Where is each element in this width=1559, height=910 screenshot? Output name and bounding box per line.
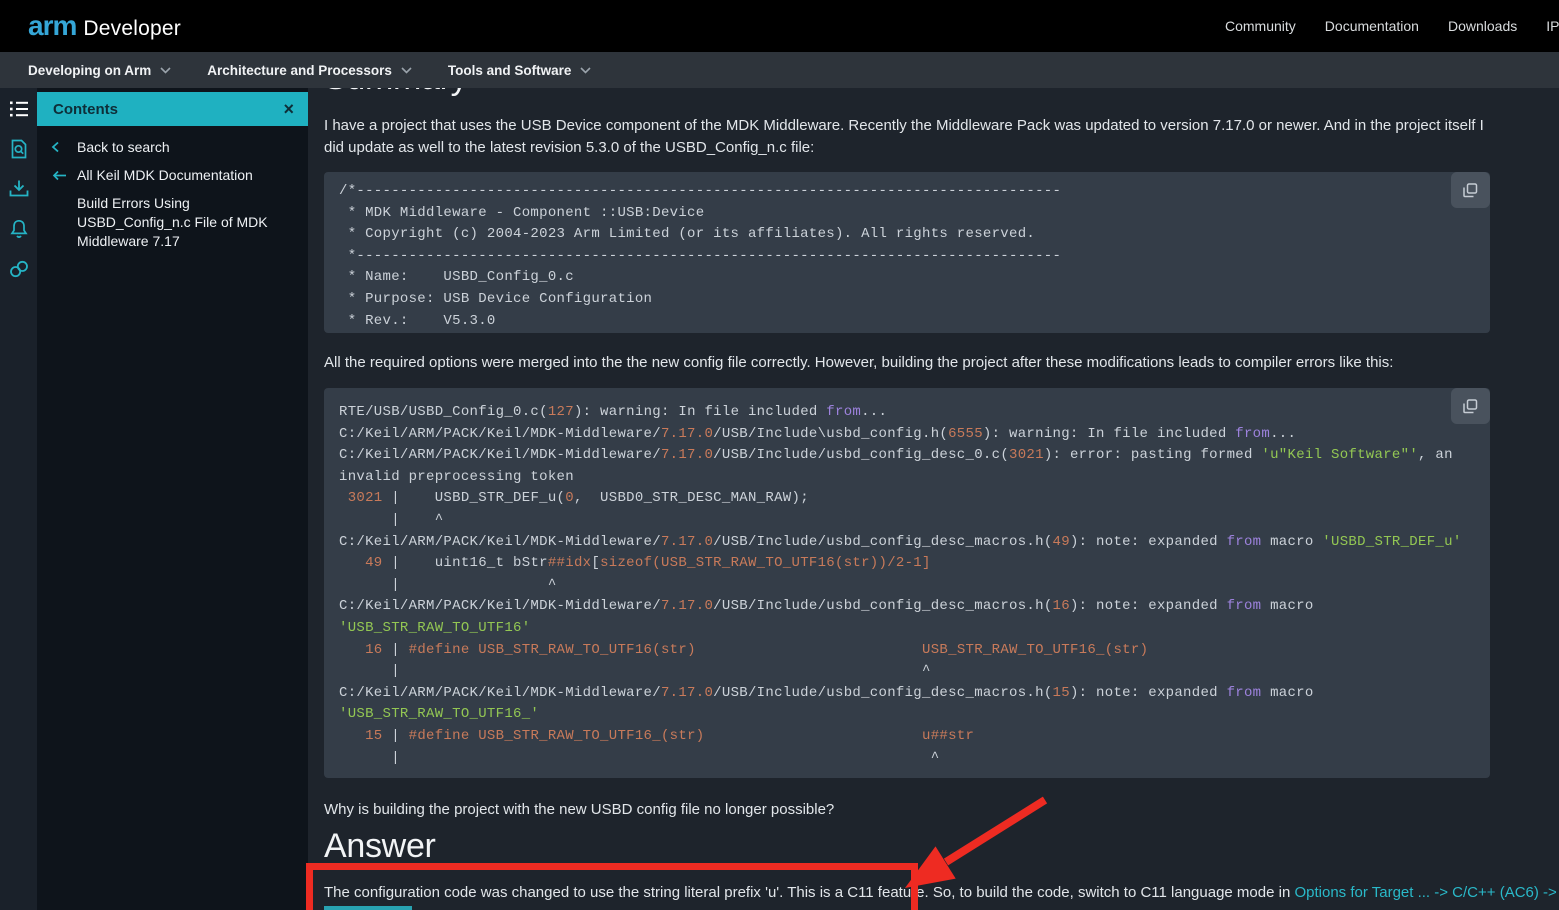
arm-logo-text: arm xyxy=(28,10,77,41)
summary-heading: Summary xyxy=(324,88,468,97)
navbar-architecture-processors[interactable]: Architecture and Processors xyxy=(207,63,412,78)
parent-doc-label: All Keil MDK Documentation xyxy=(77,167,253,183)
arm-developer-page: arm Developer Community Documentation Do… xyxy=(0,0,1559,910)
main-content: Summary I have a project that uses the U… xyxy=(308,88,1559,910)
back-to-search-label: Back to search xyxy=(77,139,170,155)
current-doc-spacer xyxy=(37,194,77,196)
code-block-1: /*--------------------------------------… xyxy=(324,172,1490,333)
chevron-down-icon xyxy=(580,66,591,74)
document-search-icon[interactable] xyxy=(8,138,30,160)
navbar-item-label: Tools and Software xyxy=(447,62,572,78)
downloads-icon[interactable] xyxy=(8,178,30,200)
top-nav-downloads[interactable]: Downloads xyxy=(1448,18,1517,34)
top-nav-community[interactable]: Community xyxy=(1225,18,1296,34)
contents-title: Contents xyxy=(53,100,118,118)
arrow-left-icon xyxy=(37,166,77,184)
answer-heading: Answer xyxy=(324,827,436,865)
copy-icon[interactable] xyxy=(1451,388,1490,424)
clipped-next-line xyxy=(324,906,412,910)
copy-icon[interactable] xyxy=(1451,172,1490,208)
current-doc-item[interactable]: Build Errors Using USBD_Config_n.c File … xyxy=(37,194,308,251)
navbar-item-label: Developing on Arm xyxy=(28,62,152,78)
navbar-developing-on-arm[interactable]: Developing on Arm xyxy=(28,63,171,78)
answer-paragraph: The configuration code was changed to us… xyxy=(324,884,1557,901)
intro-paragraph: I have a project that uses the USB Devic… xyxy=(324,117,1484,156)
options-for-target-link[interactable]: Options for Target ... -> C/C++ (AC6) -> xyxy=(1294,884,1556,901)
chevron-down-icon xyxy=(401,66,412,74)
top-nav-documentation[interactable]: Documentation xyxy=(1325,18,1419,34)
left-icon-rail xyxy=(0,88,37,910)
navbar-tools-software[interactable]: Tools and Software xyxy=(448,63,592,78)
notifications-bell-icon[interactable] xyxy=(8,218,30,240)
code-block-1-content: /*--------------------------------------… xyxy=(339,183,1062,329)
top-header: arm Developer Community Documentation Do… xyxy=(0,0,1559,52)
question-paragraph: Why is building the project with the new… xyxy=(324,801,835,818)
contents-panel: Contents × Back to search All Keil MDK D… xyxy=(37,88,308,910)
navbar-item-label: Architecture and Processors xyxy=(207,62,392,78)
developer-logo-text: Developer xyxy=(83,17,181,40)
code-block-2: RTE/USB/USBD_Config_0.c(127): warning: I… xyxy=(324,388,1490,778)
links-icon[interactable] xyxy=(8,258,30,280)
close-icon[interactable]: × xyxy=(283,100,294,118)
chevron-down-icon xyxy=(160,66,171,74)
contents-panel-header: Contents × xyxy=(37,92,308,126)
top-nav: Community Documentation Downloads IP Exp… xyxy=(1225,0,1559,52)
table-of-contents-icon[interactable] xyxy=(8,98,30,120)
chevron-left-icon xyxy=(37,138,77,156)
answer-text: The configuration code was changed to us… xyxy=(324,884,1295,901)
code-block-2-content: RTE/USB/USBD_Config_0.c(127): warning: I… xyxy=(339,404,1462,766)
current-doc-label: Build Errors Using USBD_Config_n.c File … xyxy=(77,195,268,249)
between-paragraph: All the required options were merged int… xyxy=(324,354,1394,371)
arm-developer-logo[interactable]: arm Developer xyxy=(28,11,181,41)
top-nav-ip-explorer[interactable]: IP Explorer xyxy=(1546,18,1559,34)
parent-doc-item[interactable]: All Keil MDK Documentation xyxy=(37,166,308,185)
main-navbar: Developing on Arm Architecture and Proce… xyxy=(0,52,1559,88)
back-to-search-item[interactable]: Back to search xyxy=(37,138,308,157)
